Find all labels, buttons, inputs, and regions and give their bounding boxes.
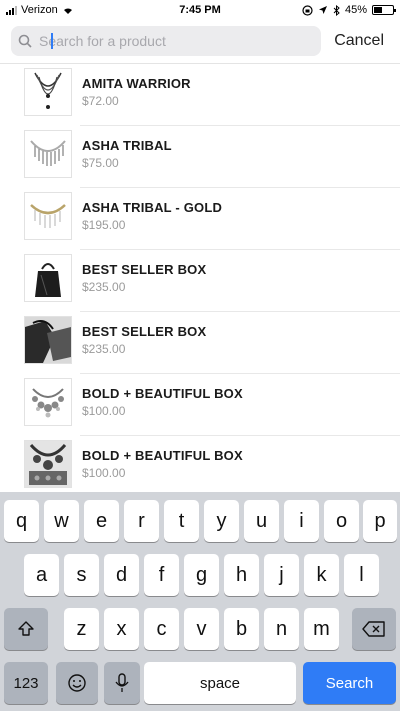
location-icon: [318, 6, 327, 14]
search-input[interactable]: [39, 33, 309, 49]
key-r[interactable]: r: [124, 500, 159, 542]
product-row[interactable]: ASHA TRIBAL - GOLD $195.00: [0, 188, 400, 250]
dictation-key[interactable]: [104, 662, 140, 704]
key-y[interactable]: y: [204, 500, 239, 542]
product-thumbnail: [24, 68, 72, 116]
shift-key[interactable]: [4, 608, 48, 650]
search-bar: Cancel: [0, 22, 400, 64]
cancel-button[interactable]: Cancel: [334, 32, 384, 50]
key-c[interactable]: c: [144, 608, 179, 650]
status-bar: Verizon 7:45 PM 45%: [0, 0, 400, 22]
key-k[interactable]: k: [304, 554, 339, 596]
key-d[interactable]: d: [104, 554, 139, 596]
product-row[interactable]: AMITA WARRIOR $72.00: [0, 64, 400, 126]
numbers-key[interactable]: 123: [4, 662, 48, 704]
key-i[interactable]: i: [284, 500, 319, 542]
key-g[interactable]: g: [184, 554, 219, 596]
product-thumbnail: [24, 440, 72, 488]
product-row[interactable]: BEST SELLER BOX $235.00: [0, 250, 400, 312]
product-thumbnail: [24, 316, 72, 364]
product-name: AMITA WARRIOR: [82, 76, 191, 91]
product-price: $195.00: [82, 218, 126, 232]
keyboard: q w e r t y u i o p a s d f g h j k l z …: [0, 492, 400, 711]
key-x[interactable]: x: [104, 608, 139, 650]
key-s[interactable]: s: [64, 554, 99, 596]
space-key[interactable]: space: [144, 662, 296, 704]
microphone-icon: [115, 673, 129, 692]
key-j[interactable]: j: [264, 554, 299, 596]
key-v[interactable]: v: [184, 608, 219, 650]
product-list: AMITA WARRIOR $72.00 ASHA TRIBAL $75.00 …: [0, 64, 400, 492]
search-icon: [11, 34, 39, 48]
product-name: BOLD + BEAUTIFUL BOX: [82, 386, 243, 401]
search-key[interactable]: Search: [303, 662, 396, 704]
bluetooth-icon: [333, 4, 340, 16]
key-a[interactable]: a: [24, 554, 59, 596]
key-h[interactable]: h: [224, 554, 259, 596]
key-q[interactable]: q: [4, 500, 39, 542]
text-cursor: [51, 33, 53, 49]
product-thumbnail: [24, 378, 72, 426]
lock-rotation-icon: [302, 4, 313, 16]
product-row[interactable]: BEST SELLER BOX $235.00: [0, 312, 400, 374]
product-price: $100.00: [82, 404, 126, 418]
key-p[interactable]: p: [363, 500, 397, 542]
search-field[interactable]: [11, 26, 321, 56]
key-n[interactable]: n: [264, 608, 299, 650]
key-b[interactable]: b: [224, 608, 259, 650]
product-price: $235.00: [82, 280, 126, 294]
product-row[interactable]: ASHA TRIBAL $75.00: [0, 126, 400, 188]
key-e[interactable]: e: [84, 500, 119, 542]
key-z[interactable]: z: [64, 608, 99, 650]
product-name: BEST SELLER BOX: [82, 262, 207, 277]
key-w[interactable]: w: [44, 500, 79, 542]
key-f[interactable]: f: [144, 554, 179, 596]
product-thumbnail: [24, 192, 72, 240]
emoji-icon: [68, 674, 86, 692]
key-l[interactable]: l: [344, 554, 379, 596]
key-u[interactable]: u: [244, 500, 279, 542]
product-name: BOLD + BEAUTIFUL BOX: [82, 448, 243, 463]
product-row[interactable]: BOLD + BEAUTIFUL BOX $100.00: [0, 374, 400, 436]
battery-icon: [372, 5, 396, 15]
product-price: $235.00: [82, 342, 126, 356]
product-thumbnail: [24, 254, 72, 302]
emoji-key[interactable]: [56, 662, 98, 704]
key-t[interactable]: t: [164, 500, 199, 542]
backspace-icon: [362, 621, 385, 637]
shift-icon: [18, 621, 34, 636]
product-price: $72.00: [82, 94, 119, 108]
product-price: $100.00: [82, 466, 126, 480]
product-name: ASHA TRIBAL: [82, 138, 172, 153]
key-o[interactable]: o: [324, 500, 359, 542]
product-price: $75.00: [82, 156, 119, 170]
battery-percent: 45%: [344, 4, 367, 16]
product-thumbnail: [24, 130, 72, 178]
product-name: BEST SELLER BOX: [82, 324, 207, 339]
key-m[interactable]: m: [304, 608, 339, 650]
product-name: ASHA TRIBAL - GOLD: [82, 200, 223, 215]
product-row[interactable]: BOLD + BEAUTIFUL BOX $100.00: [0, 436, 400, 492]
delete-key[interactable]: [352, 608, 396, 650]
